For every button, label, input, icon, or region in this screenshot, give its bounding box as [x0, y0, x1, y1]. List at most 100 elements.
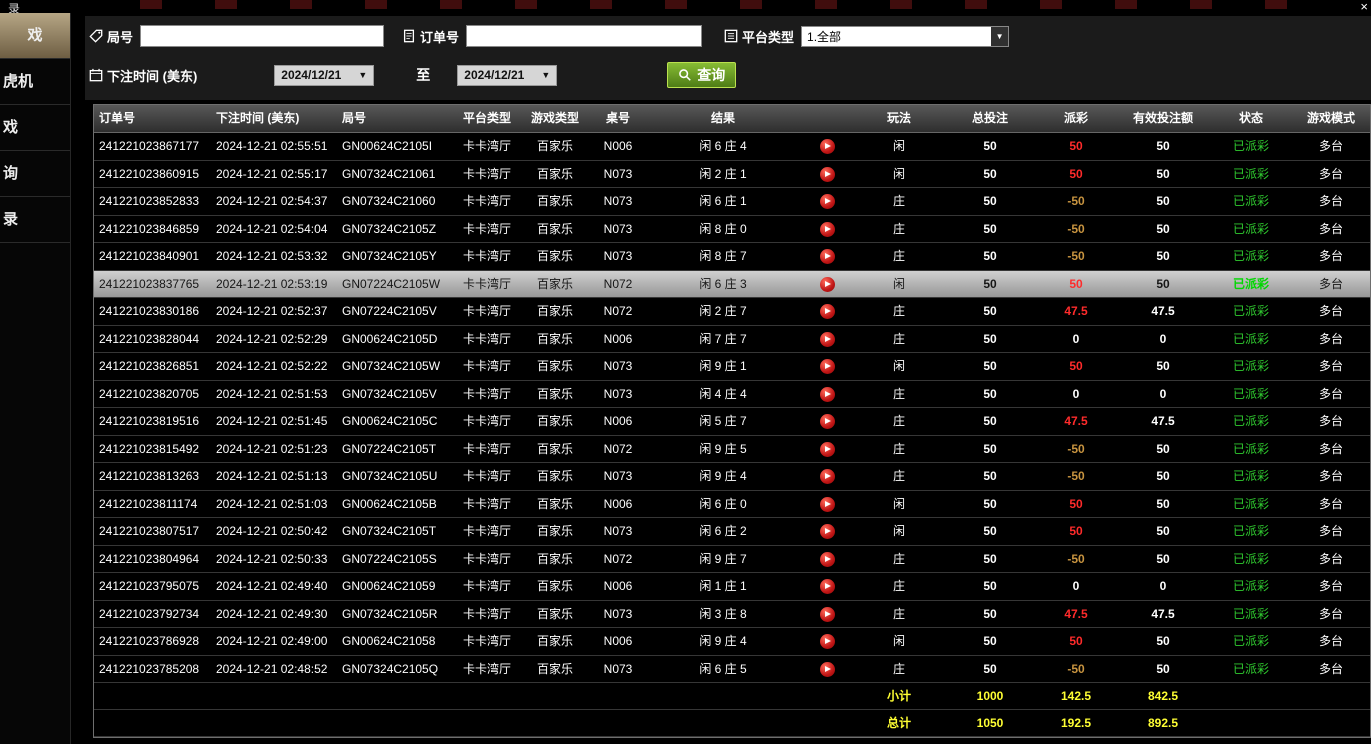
table-row[interactable]: 2412210238671772024-12-21 02:55:51GN0062…	[94, 133, 1370, 161]
sidebar-item-3[interactable]: 询	[0, 151, 70, 197]
game-type-cell: 百家乐	[522, 188, 588, 215]
date-from-select[interactable]: 2024/12/21 ▼	[274, 65, 374, 86]
table-row[interactable]: 2412210238268512024-12-21 02:52:22GN0732…	[94, 353, 1370, 381]
grand-total-valid-bet: 892.5	[1114, 710, 1212, 736]
table-row[interactable]: 2412210238154922024-12-21 02:51:23GN0722…	[94, 436, 1370, 464]
table-row[interactable]: 2412210238301862024-12-21 02:52:37GN0722…	[94, 298, 1370, 326]
table-row[interactable]: 2412210238049642024-12-21 02:50:33GN0722…	[94, 546, 1370, 574]
sidebar-item-0[interactable]: 戏	[0, 13, 70, 59]
play-video-icon[interactable]	[820, 607, 835, 622]
play-video-icon[interactable]	[820, 579, 835, 594]
play-video-icon[interactable]	[820, 332, 835, 347]
platform-type-label: 平台类型	[724, 27, 794, 46]
table-row[interactable]: 2412210237852082024-12-21 02:48:52GN0732…	[94, 656, 1370, 684]
play-video-icon[interactable]	[820, 139, 835, 154]
play-type-cell: 闲	[856, 491, 942, 518]
order-id-input[interactable]	[466, 25, 702, 47]
play-video-icon[interactable]	[820, 304, 835, 319]
video-play-cell	[798, 518, 856, 545]
platform-cell: 卡卡湾厅	[452, 628, 522, 655]
platform-cell: 卡卡湾厅	[452, 656, 522, 683]
table-row[interactable]: 2412210238207052024-12-21 02:51:53GN0732…	[94, 381, 1370, 409]
play-video-icon[interactable]	[820, 167, 835, 182]
video-play-cell	[798, 436, 856, 463]
table-no-cell: N073	[588, 161, 648, 188]
table-row[interactable]: 2412210238468592024-12-21 02:54:04GN0732…	[94, 216, 1370, 244]
filter-row-2: 下注时间 (美东) 2024/12/21 ▼ 至 2024/12/21 ▼ 查询	[89, 62, 736, 88]
play-video-icon[interactable]	[820, 414, 835, 429]
play-type-cell: 闲	[856, 518, 942, 545]
sidebar-item-4[interactable]: 录	[0, 197, 70, 243]
round-id-cell: GN00624C2105I	[342, 133, 452, 160]
table-no-cell: N073	[588, 216, 648, 243]
payout-cell: -50	[1038, 243, 1114, 270]
play-video-icon[interactable]	[820, 662, 835, 677]
sidebar-item-1[interactable]: 虎机	[0, 59, 70, 105]
table-row[interactable]: 2412210238609152024-12-21 02:55:17GN0732…	[94, 161, 1370, 189]
table-no-cell: N006	[588, 573, 648, 600]
bet-time-cell: 2024-12-21 02:49:30	[216, 601, 342, 628]
order-id-cell: 241221023837765	[94, 271, 216, 298]
game-mode-cell: 多台	[1290, 491, 1371, 518]
video-play-cell	[798, 601, 856, 628]
table-row[interactable]: 2412210238377652024-12-21 02:53:19GN0722…	[94, 271, 1370, 299]
video-play-cell	[798, 161, 856, 188]
date-to-select[interactable]: 2024/12/21 ▼	[457, 65, 557, 86]
round-id-cell: GN07224C2105T	[342, 436, 452, 463]
video-play-cell	[798, 188, 856, 215]
round-id-input[interactable]	[140, 25, 384, 47]
total-bet-cell: 50	[942, 656, 1038, 683]
table-row[interactable]: 2412210237950752024-12-21 02:49:40GN0062…	[94, 573, 1370, 601]
play-video-icon[interactable]	[820, 497, 835, 512]
table-row[interactable]: 2412210238528332024-12-21 02:54:37GN0732…	[94, 188, 1370, 216]
close-icon[interactable]: ×	[1360, 0, 1368, 14]
status-cell: 已派彩	[1212, 408, 1290, 435]
play-video-icon[interactable]	[820, 359, 835, 374]
sidebar-item-2[interactable]: 戏	[0, 105, 70, 151]
status-cell: 已派彩	[1212, 628, 1290, 655]
order-id-cell: 241221023828044	[94, 326, 216, 353]
platform-type-select[interactable]: 1.全部 ▼	[801, 26, 1009, 47]
table-row[interactable]: 2412210238111742024-12-21 02:51:03GN0062…	[94, 491, 1370, 519]
game-mode-cell: 多台	[1290, 381, 1371, 408]
order-id-cell: 241221023830186	[94, 298, 216, 325]
play-video-icon[interactable]	[820, 277, 835, 292]
game-type-cell: 百家乐	[522, 133, 588, 160]
table-row[interactable]: 2412210238195162024-12-21 02:51:45GN0062…	[94, 408, 1370, 436]
table-row[interactable]: 2412210238075172024-12-21 02:50:42GN0732…	[94, 518, 1370, 546]
play-video-icon[interactable]	[820, 442, 835, 457]
payout-cell: 47.5	[1038, 601, 1114, 628]
subtotal-total-bet: 1000	[942, 683, 1038, 709]
game-type-cell: 百家乐	[522, 271, 588, 298]
valid-bet-cell: 50	[1114, 161, 1212, 188]
play-video-icon[interactable]	[820, 194, 835, 209]
play-video-icon[interactable]	[820, 552, 835, 567]
bet-time-cell: 2024-12-21 02:53:32	[216, 243, 342, 270]
play-video-icon[interactable]	[820, 524, 835, 539]
table-row[interactable]: 2412210237927342024-12-21 02:49:30GN0732…	[94, 601, 1370, 629]
table-row[interactable]: 2412210238280442024-12-21 02:52:29GN0062…	[94, 326, 1370, 354]
play-video-icon[interactable]	[820, 222, 835, 237]
game-mode-cell: 多台	[1290, 656, 1371, 683]
payout-cell: 0	[1038, 573, 1114, 600]
table-row[interactable]: 2412210237869282024-12-21 02:49:00GN0062…	[94, 628, 1370, 656]
result-cell: 闲 6 庄 4	[648, 133, 798, 160]
order-id-cell: 241221023807517	[94, 518, 216, 545]
game-mode-cell: 多台	[1290, 161, 1371, 188]
payout-cell: 50	[1038, 133, 1114, 160]
table-no-cell: N072	[588, 546, 648, 573]
play-video-icon[interactable]	[820, 249, 835, 264]
grand-total-label: 总计	[856, 710, 942, 736]
table-row[interactable]: 2412210238132632024-12-21 02:51:13GN0732…	[94, 463, 1370, 491]
column-header: 总投注	[942, 105, 1038, 132]
play-video-icon[interactable]	[820, 634, 835, 649]
total-bet-cell: 50	[942, 573, 1038, 600]
payout-cell: -50	[1038, 216, 1114, 243]
play-video-icon[interactable]	[820, 387, 835, 402]
table-no-cell: N006	[588, 408, 648, 435]
table-row[interactable]: 2412210238409012024-12-21 02:53:32GN0732…	[94, 243, 1370, 271]
valid-bet-cell: 50	[1114, 133, 1212, 160]
play-video-icon[interactable]	[820, 469, 835, 484]
search-button[interactable]: 查询	[667, 62, 736, 88]
platform-cell: 卡卡湾厅	[452, 463, 522, 490]
